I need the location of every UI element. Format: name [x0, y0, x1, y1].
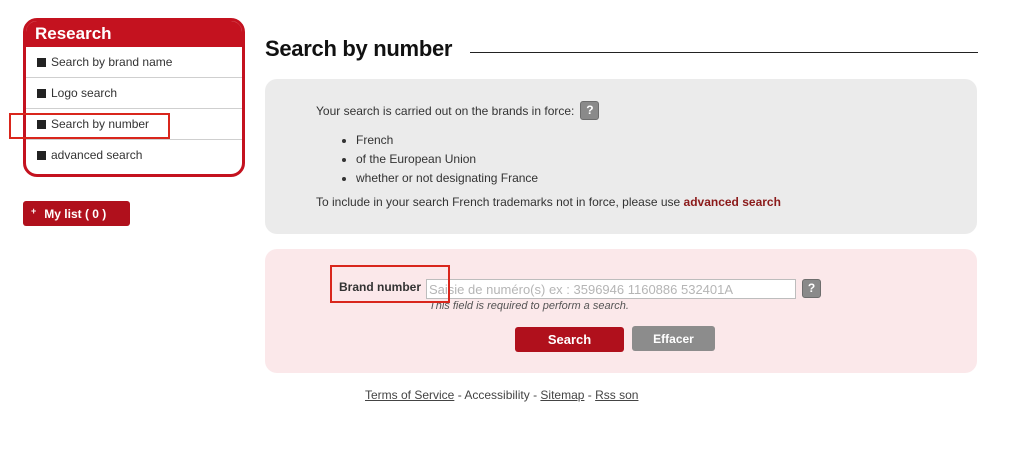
- accessibility-text: Accessibility: [464, 388, 530, 402]
- sidebar-item-label: Search by brand name: [51, 54, 173, 69]
- square-bullet-icon: [37, 57, 46, 67]
- sitemap-link[interactable]: Sitemap: [540, 388, 584, 402]
- add-list-icon: +: [31, 205, 37, 216]
- sidebar-item-advanced-search[interactable]: advanced search: [26, 140, 242, 171]
- brand-number-input[interactable]: [426, 279, 796, 299]
- sidebar-item-label: Logo search: [51, 85, 118, 100]
- info-intro-text: Your search is carried out on the brands…: [316, 103, 575, 118]
- rss-link[interactable]: Rss son: [595, 388, 638, 402]
- highlight-box-brand-number: [330, 265, 450, 303]
- required-hint: This field is required to perform a sear…: [429, 300, 629, 312]
- sidebar-title: Research: [26, 21, 242, 47]
- list-item: French: [342, 131, 538, 150]
- footer-separator: -: [584, 388, 596, 402]
- my-list-label: My list ( 0 ): [44, 206, 107, 221]
- list-item: whether or not designating France: [342, 169, 538, 188]
- research-sidebar: Research Search by brand name Logo searc…: [23, 18, 245, 177]
- sidebar-item-logo-search[interactable]: Logo search: [26, 78, 242, 109]
- sidebar-item-brand-name[interactable]: Search by brand name: [26, 47, 242, 78]
- page-title: Search by number: [265, 36, 453, 61]
- search-button[interactable]: Search: [515, 327, 624, 352]
- brand-scope-list: French of the European Union whether or …: [342, 131, 538, 188]
- help-icon[interactable]: ?: [802, 279, 821, 298]
- info-intro-row: Your search is carried out on the brands…: [316, 101, 600, 120]
- info-note-text: To include in your search French tradema…: [316, 195, 684, 209]
- advanced-search-link[interactable]: advanced search: [684, 195, 781, 209]
- title-divider: [470, 52, 978, 53]
- info-note: To include in your search French tradema…: [316, 195, 781, 209]
- my-list-button[interactable]: + My list ( 0 ): [23, 201, 130, 226]
- list-item: of the European Union: [342, 150, 538, 169]
- clear-button[interactable]: Effacer: [632, 326, 715, 351]
- square-bullet-icon: [37, 88, 46, 98]
- footer: Terms of Service - Accessibility - Sitem…: [365, 388, 638, 402]
- info-panel: Your search is carried out on the brands…: [265, 79, 977, 234]
- square-bullet-icon: [37, 151, 46, 160]
- footer-separator: -: [454, 388, 465, 402]
- terms-link[interactable]: Terms of Service: [365, 388, 454, 402]
- highlight-box-search-by-number: [9, 113, 170, 139]
- footer-separator: -: [529, 388, 541, 402]
- help-icon[interactable]: ?: [580, 101, 600, 120]
- sidebar-item-label: advanced search: [51, 148, 143, 162]
